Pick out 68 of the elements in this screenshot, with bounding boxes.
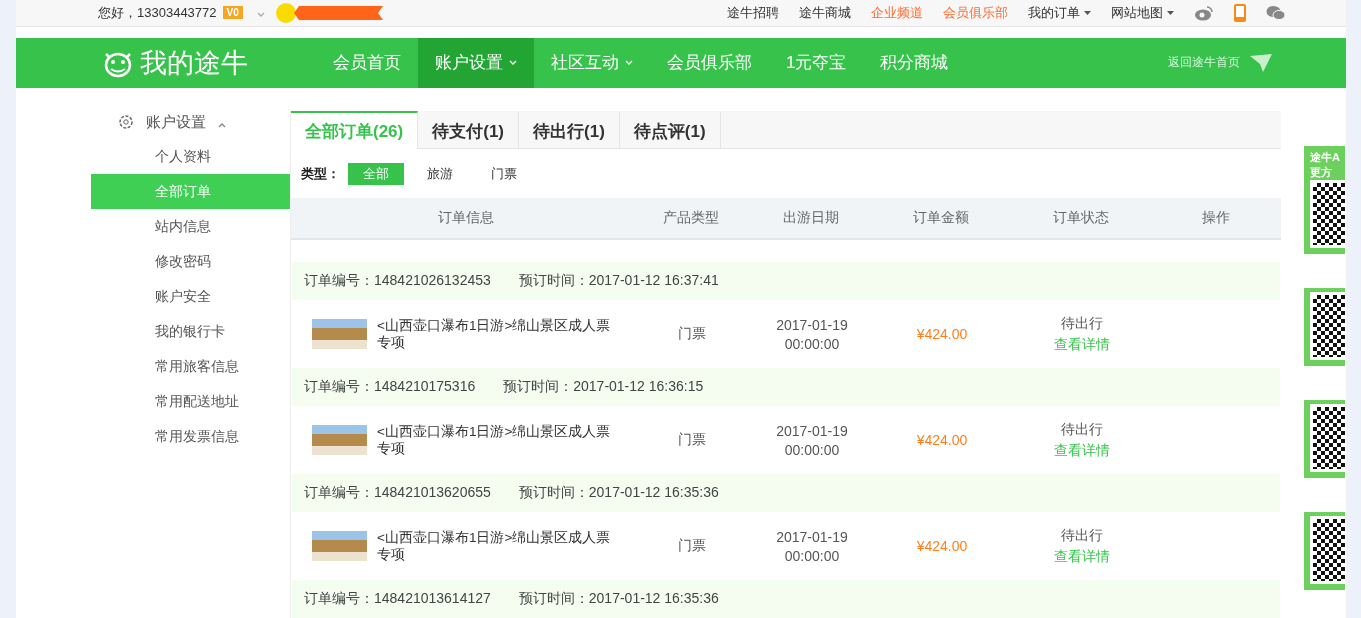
photo-placeholder	[312, 425, 367, 455]
top-link[interactable]: 我的订单	[1028, 3, 1091, 22]
paper-plane-icon	[1250, 53, 1272, 72]
phone-number: 13303443772	[137, 5, 217, 21]
product-name[interactable]: <山西壶口瀑布1日游>绵山景区成人票专项	[377, 317, 617, 351]
order-time: 预订时间：2017-01-12 16:35:36	[518, 484, 719, 502]
travel-date: 2017-01-19	[776, 316, 848, 333]
filter-option[interactable]: 门票	[476, 162, 532, 185]
product-name[interactable]: <山西壶口瀑布1日游>绵山景区成人票专项	[377, 529, 617, 563]
travel-time: 00:00:00	[784, 441, 840, 458]
order-status: 待出行	[1061, 420, 1103, 439]
qr-code-card[interactable]	[1304, 400, 1345, 478]
top-link[interactable]: 途牛商城	[799, 3, 851, 22]
order-tab[interactable]: 待出行(1)	[519, 111, 620, 149]
top-link[interactable]: 途牛招聘	[727, 3, 779, 22]
filter-label: 类型：	[301, 164, 340, 183]
sidebar-item[interactable]: 站内信息	[91, 209, 290, 244]
column-header: 订单信息	[437, 209, 495, 227]
filter-option[interactable]: 旅游	[412, 162, 468, 185]
order-number: 订单编号：148421026132453	[304, 272, 491, 290]
order-tab[interactable]: 待支付(1)	[418, 111, 519, 149]
caret-icon	[218, 122, 226, 128]
product-type: 门票	[677, 431, 707, 449]
photo-placeholder	[312, 319, 367, 349]
column-header: 产品类型	[662, 209, 720, 227]
column-header: 出游日期	[782, 209, 840, 227]
column-header: 订单状态	[1052, 209, 1110, 227]
product-type: 门票	[677, 325, 707, 343]
product-name[interactable]: <山西壶口瀑布1日游>绵山景区成人票专项	[377, 423, 617, 457]
qr-code-card[interactable]	[1304, 288, 1345, 366]
column-header: 操作	[1201, 209, 1231, 227]
ribbon-icon	[274, 1, 385, 24]
order-amount: ¥424.00	[915, 432, 969, 448]
order-amount: ¥424.00	[915, 538, 969, 554]
column-header: 订单金额	[912, 209, 970, 227]
product-type: 门票	[677, 537, 707, 555]
sidebar-item[interactable]: 常用发票信息	[91, 419, 290, 454]
sidebar-heading[interactable]: 账户设置	[91, 111, 290, 139]
travel-date: 2017-01-19	[776, 422, 848, 439]
weibo-icon[interactable]	[1194, 4, 1214, 21]
order-number: 订单编号：148421013614127	[304, 590, 491, 608]
order-time: 预订时间：2017-01-12 16:35:36	[518, 590, 719, 608]
order-time: 预订时间：2017-01-12 16:37:41	[518, 272, 719, 290]
order-number: 订单编号：148421013620655	[304, 484, 491, 502]
greeting-text: 您好，	[98, 3, 137, 22]
sidebar-item[interactable]: 个人资料	[91, 139, 290, 174]
sidebar-item[interactable]: 常用旅客信息	[91, 349, 290, 384]
sidebar-item[interactable]: 我的银行卡	[91, 314, 290, 349]
travel-time: 00:00:00	[784, 335, 840, 352]
travel-date: 2017-01-19	[776, 528, 848, 545]
caret-icon	[256, 12, 265, 18]
sidebar-item[interactable]: 常用配送地址	[91, 384, 290, 419]
logo-text: 我的途牛	[140, 46, 248, 80]
gear-icon	[118, 114, 134, 130]
order-status: 待出行	[1061, 314, 1103, 333]
order-time: 预订时间：2017-01-12 16:36:15	[503, 378, 704, 396]
qr-code-card[interactable]	[1304, 512, 1345, 590]
wechat-icon[interactable]	[1266, 4, 1286, 21]
vip-badge: V0	[222, 6, 243, 20]
order-number: 订单编号：1484210175316	[304, 378, 476, 396]
sidebar-item[interactable]: 账户安全	[91, 279, 290, 314]
order-status: 待出行	[1061, 526, 1103, 545]
order-tab[interactable]: 待点评(1)	[619, 111, 721, 149]
sidebar-item[interactable]: 修改密码	[91, 244, 290, 279]
photo-placeholder	[312, 531, 367, 561]
top-link[interactable]: 网站地图	[1111, 3, 1174, 22]
travel-time: 00:00:00	[784, 547, 840, 564]
order-amount: ¥424.00	[915, 326, 969, 342]
